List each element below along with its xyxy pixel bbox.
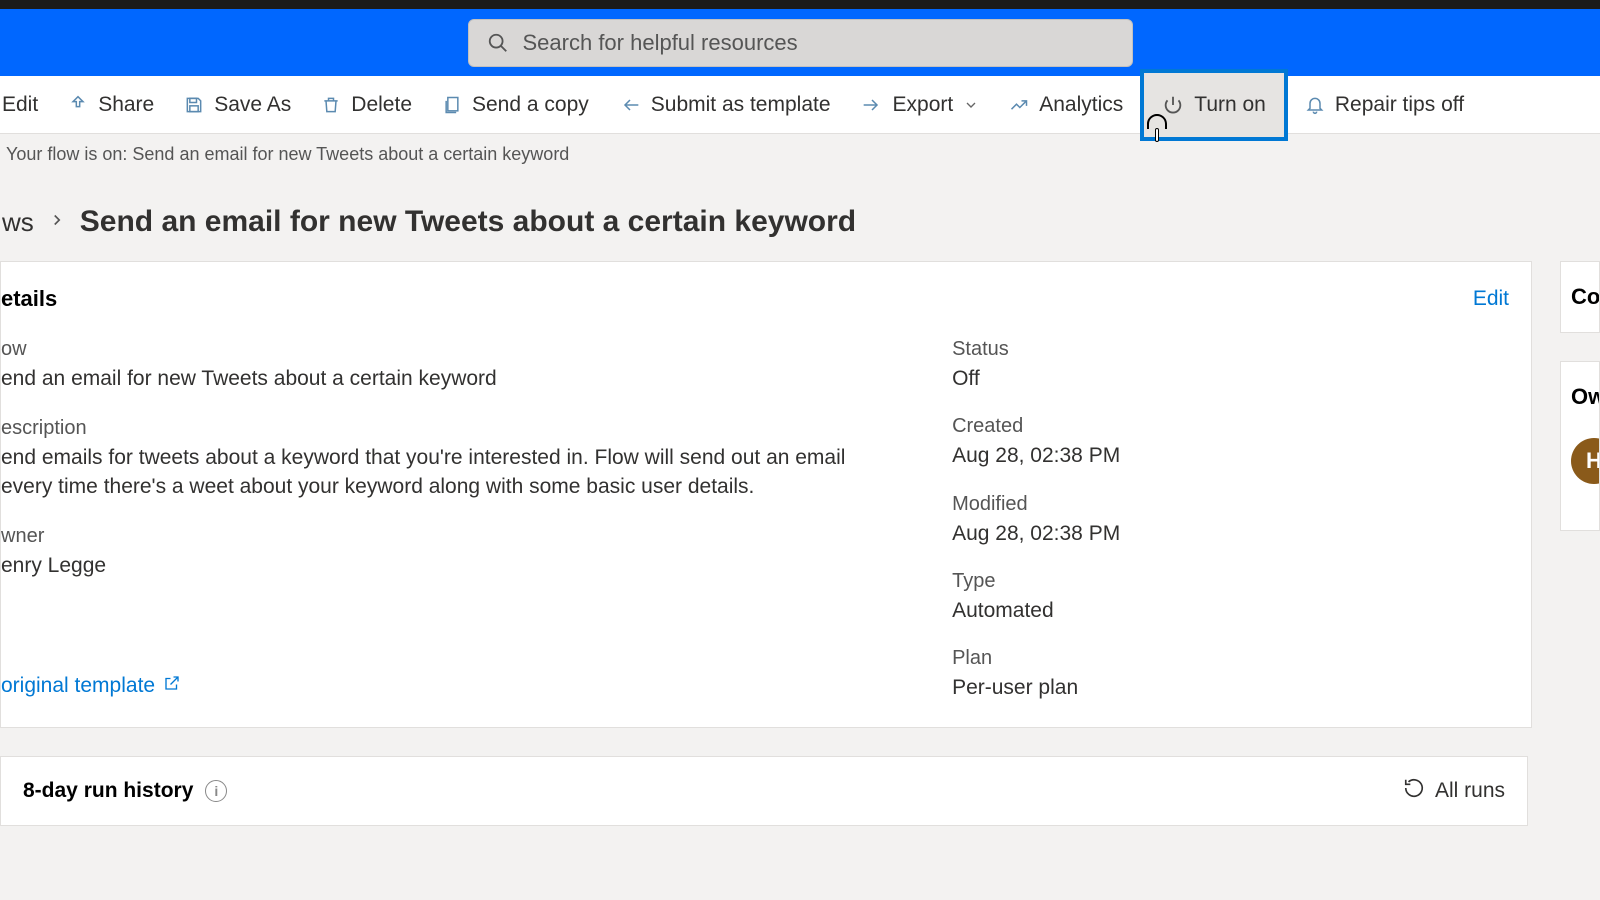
header-bar [0, 9, 1600, 76]
export-label: Export [893, 93, 954, 117]
created-label: Created [952, 415, 1509, 438]
external-link-icon [163, 674, 181, 698]
share-label: Share [98, 93, 154, 117]
search-box[interactable] [468, 19, 1133, 67]
chevron-right-icon [48, 211, 66, 234]
send-copy-label: Send a copy [472, 93, 589, 117]
modified-label: Modified [952, 493, 1509, 516]
plan-value: Per-user plan [952, 674, 1509, 702]
copy-icon [442, 95, 462, 115]
connections-card: Co [1560, 261, 1600, 333]
plan-label: Plan [952, 647, 1509, 670]
details-heading: etails [1, 286, 57, 312]
run-history-title: 8-day run history [23, 779, 193, 803]
command-bar: Edit Share Save As Delete Send a copy [0, 76, 1600, 134]
owner-label: wner [1, 525, 892, 548]
status-message: Your flow is on: Send an email for new T… [2, 134, 1600, 175]
page-title: Send an email for new Tweets about a cer… [80, 205, 856, 239]
original-template-label: original template [1, 674, 155, 698]
flow-label: ow [1, 338, 892, 361]
send-copy-button[interactable]: Send a copy [427, 76, 604, 133]
details-edit-link[interactable]: Edit [1473, 287, 1509, 311]
bell-icon [1305, 95, 1325, 115]
power-icon [1162, 94, 1184, 116]
turn-on-button[interactable]: Turn on [1140, 69, 1288, 141]
turn-on-label: Turn on [1194, 93, 1266, 117]
description-label: escription [1, 417, 892, 440]
repair-tips-button[interactable]: Repair tips off [1290, 76, 1479, 133]
share-button[interactable]: Share [53, 76, 169, 133]
right-side-column: Co Ow H [1560, 261, 1600, 728]
owners-card: Ow H [1560, 361, 1600, 531]
submit-template-button[interactable]: Submit as template [604, 76, 846, 133]
flow-value: end an email for new Tweets about a cert… [1, 365, 892, 393]
chevron-down-icon [963, 97, 979, 113]
info-icon[interactable]: i [205, 780, 227, 802]
save-icon [184, 95, 204, 115]
submit-template-label: Submit as template [651, 93, 831, 117]
owners-heading: Ow [1571, 384, 1589, 410]
run-history-card: 8-day run history i All runs [0, 756, 1528, 826]
connections-heading: Co [1571, 284, 1589, 310]
export-button[interactable]: Export [846, 76, 995, 133]
save-as-button[interactable]: Save As [169, 76, 306, 133]
save-as-label: Save As [214, 93, 291, 117]
share-icon [68, 95, 88, 115]
description-value: end emails for tweets about a keyword th… [1, 444, 892, 501]
type-label: Type [952, 570, 1509, 593]
export-icon [861, 95, 883, 115]
delete-button[interactable]: Delete [306, 76, 427, 133]
search-icon [487, 32, 509, 54]
type-value: Automated [952, 597, 1509, 625]
refresh-icon [1403, 777, 1425, 805]
edit-button[interactable]: Edit [2, 76, 53, 133]
created-value: Aug 28, 02:38 PM [952, 442, 1509, 470]
all-runs-label: All runs [1435, 779, 1505, 803]
submit-icon [619, 95, 641, 115]
search-input[interactable] [523, 30, 1114, 56]
original-template-link[interactable]: original template [1, 674, 892, 698]
browser-chrome-strip [0, 0, 1600, 9]
avatar[interactable]: H [1571, 438, 1600, 484]
owner-value: enry Legge [1, 552, 892, 580]
analytics-button[interactable]: Analytics [994, 76, 1138, 133]
repair-tips-label: Repair tips off [1335, 93, 1464, 117]
delete-label: Delete [351, 93, 412, 117]
status-value: Off [952, 365, 1509, 393]
status-label: Status [952, 338, 1509, 361]
edit-label: Edit [2, 93, 38, 117]
analytics-label: Analytics [1039, 93, 1123, 117]
modified-value: Aug 28, 02:38 PM [952, 520, 1509, 548]
trash-icon [321, 95, 341, 115]
analytics-icon [1009, 95, 1029, 115]
details-card: etails Edit ow end an email for new Twee… [0, 261, 1532, 728]
breadcrumb: ws Send an email for new Tweets about a … [2, 175, 1600, 261]
all-runs-link[interactable]: All runs [1403, 777, 1505, 805]
breadcrumb-root[interactable]: ws [2, 207, 34, 238]
